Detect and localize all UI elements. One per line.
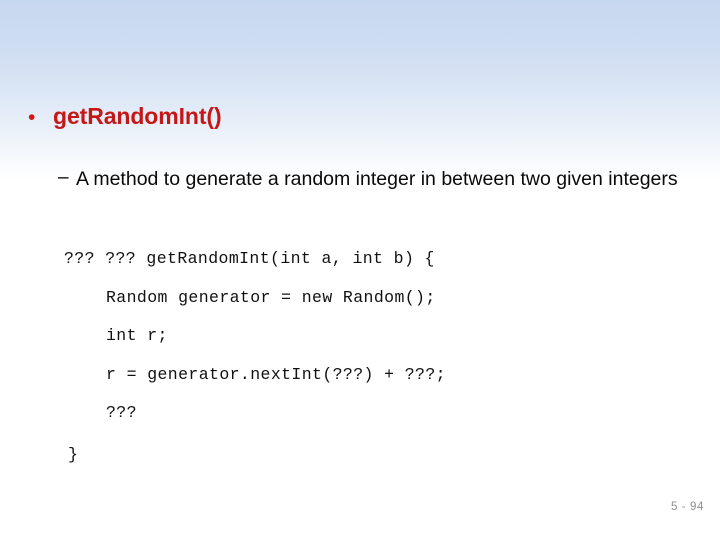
bullet-dot-icon: • (28, 106, 36, 129)
code-line-closing-brace: } (68, 444, 79, 464)
bullet-level-2: – A method to generate a random integer … (58, 164, 688, 194)
bullet-level-2-label: A method to generate a random integer in… (76, 168, 678, 190)
bullet-level-1: • getRandomInt() (28, 103, 688, 130)
bullet-dash-icon: – (58, 167, 69, 188)
slide-content: • getRandomInt() – A method to generate … (0, 0, 720, 540)
code-line-generator-declaration: Random generator = new Random(); (106, 287, 436, 307)
code-line-placeholder: ??? (106, 403, 137, 422)
code-line-int-declaration: int r; (106, 326, 168, 345)
code-line-assignment: r = generator.nextInt(???) + ???; (106, 364, 446, 384)
bullet-level-1-label: getRandomInt() (53, 103, 222, 129)
code-line-signature: ??? ??? getRandomInt(int a, int b) { (64, 249, 435, 268)
slide: • getRandomInt() – A method to generate … (0, 0, 720, 540)
page-number: 5 - 94 (670, 501, 704, 513)
code-block: ??? ??? getRandomInt(int a, int b) { Ran… (64, 240, 664, 477)
